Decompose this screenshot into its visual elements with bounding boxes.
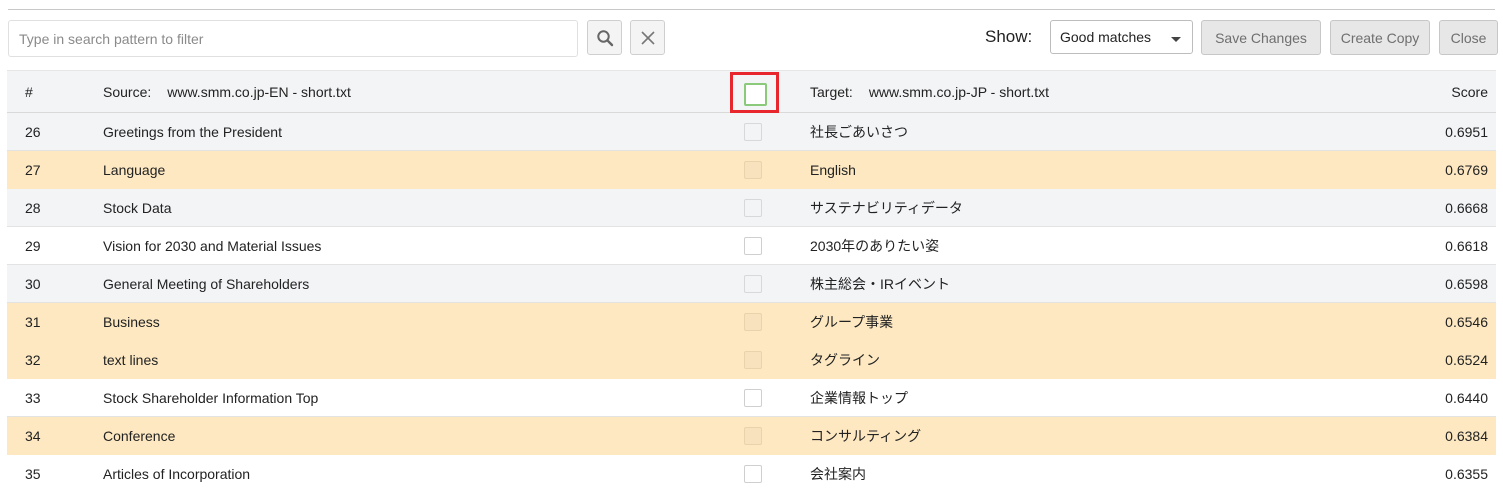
source-text: text lines bbox=[103, 351, 159, 368]
column-header-source: Source: www.smm.co.jp-EN - short.txt bbox=[103, 84, 351, 100]
search-button[interactable] bbox=[587, 20, 622, 55]
table-row[interactable]: 32 text lines タグライン 0.6524 bbox=[7, 341, 1496, 379]
create-copy-label: Create Copy bbox=[1340, 29, 1420, 46]
row-checkbox[interactable] bbox=[744, 236, 762, 255]
row-number: 32 bbox=[25, 351, 41, 368]
score-value: 0.6355 bbox=[1445, 465, 1488, 482]
save-changes-label: Save Changes bbox=[1215, 29, 1307, 46]
score-value: 0.6440 bbox=[1445, 389, 1488, 406]
score-value: 0.6618 bbox=[1445, 237, 1488, 254]
source-text: Stock Data bbox=[103, 199, 172, 216]
row-number: 31 bbox=[25, 313, 41, 330]
close-icon bbox=[640, 30, 655, 45]
score-value: 0.6598 bbox=[1445, 275, 1488, 292]
score-value: 0.6384 bbox=[1445, 427, 1488, 444]
score-value: 0.6546 bbox=[1445, 313, 1488, 330]
table-row[interactable]: 31 Business グループ事業 0.6546 bbox=[7, 303, 1496, 341]
row-checkbox[interactable] bbox=[744, 122, 762, 141]
source-text: Articles of Incorporation bbox=[103, 465, 251, 482]
target-file-name: www.smm.co.jp-JP - short.txt bbox=[868, 83, 1050, 100]
row-number: 35 bbox=[25, 465, 41, 482]
target-text: タグライン bbox=[810, 351, 880, 368]
table-row[interactable]: 30 General Meeting of Shareholders 株主総会・IR… bbox=[7, 265, 1496, 303]
column-header-number: # bbox=[25, 83, 33, 100]
row-checkbox[interactable] bbox=[744, 274, 762, 293]
table-row[interactable]: 29 Vision for 2030 and Material Issues 203… bbox=[7, 227, 1496, 265]
row-number: 33 bbox=[25, 389, 41, 406]
row-number: 28 bbox=[25, 199, 41, 216]
save-changes-button[interactable]: Save Changes bbox=[1201, 20, 1321, 55]
table-row[interactable]: 28 Stock Data サステナビリティデータ 0.6668 bbox=[7, 189, 1496, 227]
source-text: Language bbox=[103, 161, 166, 178]
target-text: 2030年のありたい姿 bbox=[810, 237, 940, 254]
row-number: 34 bbox=[25, 427, 41, 444]
search-icon bbox=[596, 29, 613, 46]
table-row[interactable]: 35 Articles of Incorporation 会社案内 0.6355 bbox=[7, 455, 1496, 489]
alignment-table: # Source: www.smm.co.jp-EN - short.txt Ta… bbox=[7, 70, 1496, 489]
show-filter-value: Good matches bbox=[1060, 29, 1152, 45]
table-row[interactable]: 33 Stock Shareholder Information Top 企業情報ト… bbox=[7, 379, 1496, 417]
row-checkbox[interactable] bbox=[744, 426, 762, 445]
row-number: 29 bbox=[25, 237, 41, 254]
chevron-down-icon bbox=[1171, 37, 1181, 42]
row-checkbox[interactable] bbox=[744, 350, 762, 369]
target-text: サステナビリティデータ bbox=[810, 199, 963, 216]
show-filter-select[interactable]: Good matches bbox=[1050, 20, 1193, 54]
row-number: 27 bbox=[25, 161, 41, 178]
column-header-target: Target: www.smm.co.jp-JP - short.txt bbox=[810, 84, 1049, 100]
target-label: Target: bbox=[810, 83, 853, 100]
row-checkbox[interactable] bbox=[744, 464, 762, 483]
filter-toolbar: Show: Good matches Save Changes Create C… bbox=[0, 20, 1503, 57]
row-checkbox[interactable] bbox=[744, 312, 762, 331]
row-number: 30 bbox=[25, 275, 41, 292]
target-text: 会社案内 bbox=[810, 465, 866, 482]
source-label: Source: bbox=[103, 83, 152, 100]
source-file-name: www.smm.co.jp-EN - short.txt bbox=[167, 83, 351, 100]
score-value: 0.6951 bbox=[1445, 123, 1488, 140]
target-text: English bbox=[810, 161, 856, 178]
table-row[interactable]: 26 Greetings from the President 社長ごあいさつ 0.6… bbox=[7, 113, 1496, 151]
row-checkbox[interactable] bbox=[744, 198, 762, 217]
target-text: 社長ごあいさつ bbox=[810, 123, 908, 140]
source-text: Greetings from the President bbox=[103, 123, 282, 140]
show-label: Show: bbox=[985, 27, 1033, 46]
score-value: 0.6668 bbox=[1445, 199, 1488, 216]
source-text: Business bbox=[103, 313, 160, 330]
score-value: 0.6769 bbox=[1445, 161, 1488, 178]
search-input[interactable] bbox=[8, 20, 578, 57]
target-text: グループ事業 bbox=[810, 313, 894, 330]
column-header-score: Score bbox=[1451, 83, 1488, 100]
source-text: General Meeting of Shareholders bbox=[103, 275, 310, 292]
select-all-checkbox[interactable] bbox=[744, 83, 767, 106]
target-text: 企業情報トップ bbox=[810, 389, 908, 406]
top-divider bbox=[8, 9, 1495, 10]
clear-search-button[interactable] bbox=[630, 20, 665, 55]
row-number: 26 bbox=[25, 123, 41, 140]
source-text: Vision for 2030 and Material Issues bbox=[103, 237, 322, 254]
create-copy-button[interactable]: Create Copy bbox=[1330, 20, 1430, 55]
select-all-highlight-frame bbox=[730, 72, 779, 113]
table-row[interactable]: 34 Conference コンサルティング 0.6384 bbox=[7, 417, 1496, 455]
row-checkbox[interactable] bbox=[744, 160, 762, 179]
table-body: 26 Greetings from the President 社長ごあいさつ 0.6… bbox=[7, 113, 1496, 489]
score-value: 0.6524 bbox=[1445, 351, 1488, 368]
table-header: # Source: www.smm.co.jp-EN - short.txt Ta… bbox=[7, 70, 1496, 113]
row-checkbox[interactable] bbox=[744, 388, 762, 407]
source-text: Conference bbox=[103, 427, 176, 444]
target-text: コンサルティング bbox=[810, 427, 922, 444]
target-text: 株主総会・IRイベント bbox=[810, 275, 950, 292]
close-button[interactable]: Close bbox=[1439, 20, 1498, 55]
close-label: Close bbox=[1450, 29, 1487, 46]
table-row[interactable]: 27 Language English 0.6769 bbox=[7, 151, 1496, 189]
source-text: Stock Shareholder Information Top bbox=[103, 389, 319, 406]
